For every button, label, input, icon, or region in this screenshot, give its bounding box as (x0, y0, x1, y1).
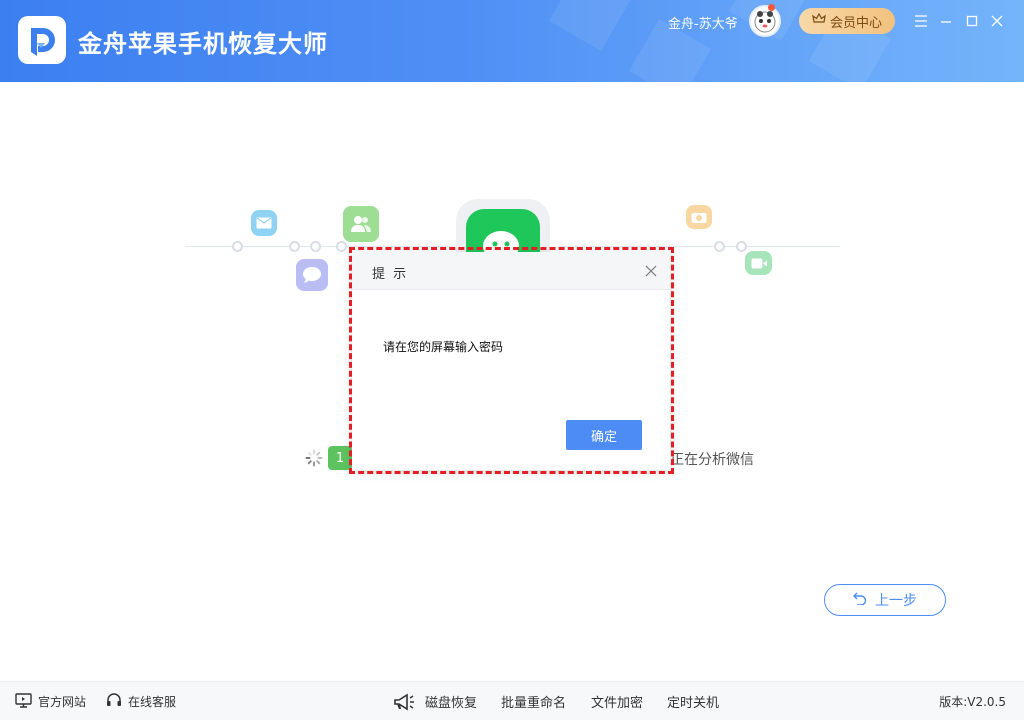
official-site-link[interactable]: 官方网站 (15, 682, 86, 720)
scheduled-shutdown-link[interactable]: 定时关机 (667, 682, 719, 720)
minimize-icon (940, 12, 952, 31)
contacts-icon (343, 206, 379, 242)
menu-button[interactable] (910, 10, 932, 32)
official-site-label: 官方网站 (38, 695, 87, 709)
member-center-label: 会员中心 (829, 15, 882, 31)
file-encryption-link[interactable]: 文件加密 (591, 682, 643, 720)
graph-node (714, 241, 725, 252)
crown-icon (812, 12, 826, 30)
graph-node (289, 241, 300, 252)
undo-arrow-icon (853, 592, 867, 609)
graph-node (736, 241, 747, 252)
username[interactable]: 金舟-苏大爷 (668, 13, 738, 32)
disk-recovery-link[interactable]: 磁盘恢复 (425, 682, 477, 720)
dialog-close-button[interactable] (642, 262, 660, 280)
version-label: 版本:V2.0.5 (939, 695, 1006, 709)
maximize-icon (966, 12, 978, 31)
footer-bar: 官方网站 在线客服 磁盘恢复 批量重命名 文件加密 定时关机 版本:V2.0.5 (0, 681, 1024, 720)
notification-dot (768, 4, 775, 11)
step-badge: 1 (328, 446, 352, 470)
video-icon (745, 251, 772, 275)
graph-node (232, 241, 243, 252)
dialog-message: 请在您的屏幕输入密码 (383, 340, 504, 354)
close-button[interactable] (986, 10, 1008, 32)
monitor-icon (15, 692, 32, 711)
dialog-header: 提 示 (352, 252, 670, 290)
title-bar: 金舟苹果手机恢复大师 金舟-苏大爷 会员中心 (0, 0, 1024, 82)
headset-icon (106, 692, 122, 711)
loading-spinner-icon (305, 449, 323, 467)
camera-icon (686, 205, 712, 229)
close-icon (991, 12, 1003, 31)
previous-step-button[interactable]: 上一步 (824, 584, 946, 616)
app-logo (18, 16, 66, 64)
app-window: 金舟苹果手机恢复大师 金舟-苏大爷 会员中心 1 正在分析微信 提 示 请在您的… (0, 0, 1024, 720)
header-decoration (549, 0, 631, 51)
dialog-title: 提 示 (372, 267, 409, 282)
online-service-link[interactable]: 在线客服 (106, 682, 176, 720)
batch-rename-link[interactable]: 批量重命名 (501, 682, 566, 720)
graph-node (310, 241, 321, 252)
promo-megaphone-icon (393, 682, 415, 720)
confirm-button[interactable]: 确定 (566, 420, 642, 450)
close-icon (645, 262, 657, 281)
maximize-button[interactable] (961, 10, 983, 32)
app-title: 金舟苹果手机恢复大师 (78, 30, 328, 58)
mail-icon (251, 210, 277, 236)
chat-icon (296, 259, 328, 291)
hamburger-icon (914, 12, 928, 31)
member-center-button[interactable]: 会员中心 (799, 8, 895, 34)
minimize-button[interactable] (935, 10, 957, 32)
previous-step-label: 上一步 (875, 593, 917, 609)
graph-line (560, 246, 840, 247)
graph-node (336, 241, 347, 252)
online-service-label: 在线客服 (128, 695, 177, 709)
scan-status-text: 正在分析微信 (670, 452, 754, 468)
avatar[interactable] (749, 5, 781, 37)
password-prompt-dialog: 提 示 请在您的屏幕输入密码 确定 (352, 252, 670, 470)
